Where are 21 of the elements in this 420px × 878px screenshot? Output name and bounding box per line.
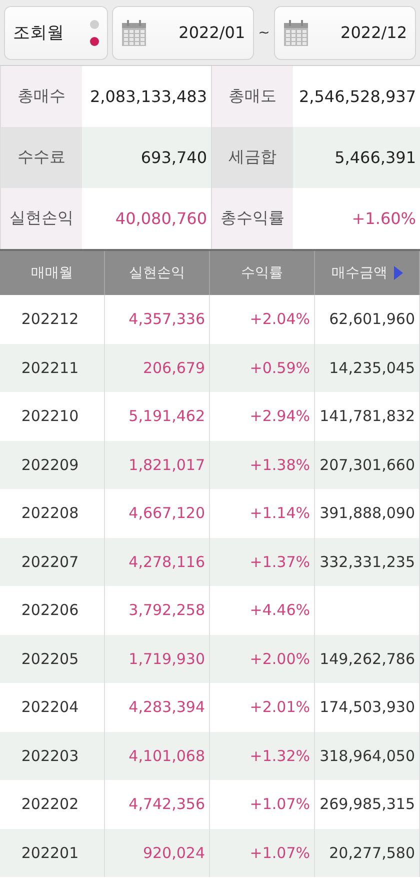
- period-mode-button[interactable]: 조회월: [4, 6, 108, 60]
- summary-label: 수수료: [0, 127, 82, 188]
- table-cell: 20,277,580: [315, 828, 420, 877]
- start-date-field[interactable]: 2022/01: [112, 6, 254, 60]
- scroll-right-icon[interactable]: [394, 266, 402, 280]
- summary-label: 실현손익: [0, 188, 82, 249]
- end-date-field[interactable]: 2022/12: [274, 6, 416, 60]
- mode-dot[interactable]: [90, 20, 99, 28]
- calendar-icon: [282, 18, 309, 46]
- summary-value: 693,740: [82, 127, 211, 188]
- summary-label: 총매수: [0, 66, 82, 127]
- summary-value: 5,466,391: [293, 127, 420, 188]
- calendar-icon: [121, 18, 147, 46]
- mode-dot[interactable]: [90, 36, 99, 46]
- range-separator: ~: [258, 24, 270, 40]
- table-cell: +1.07%: [210, 828, 315, 877]
- summary-label: 총수익률: [211, 188, 293, 249]
- summary-label: 세금합: [211, 127, 293, 188]
- table-cell: 202201: [0, 828, 105, 877]
- table-cell: 920,024: [105, 828, 210, 877]
- summary-label: 총매도: [211, 66, 293, 127]
